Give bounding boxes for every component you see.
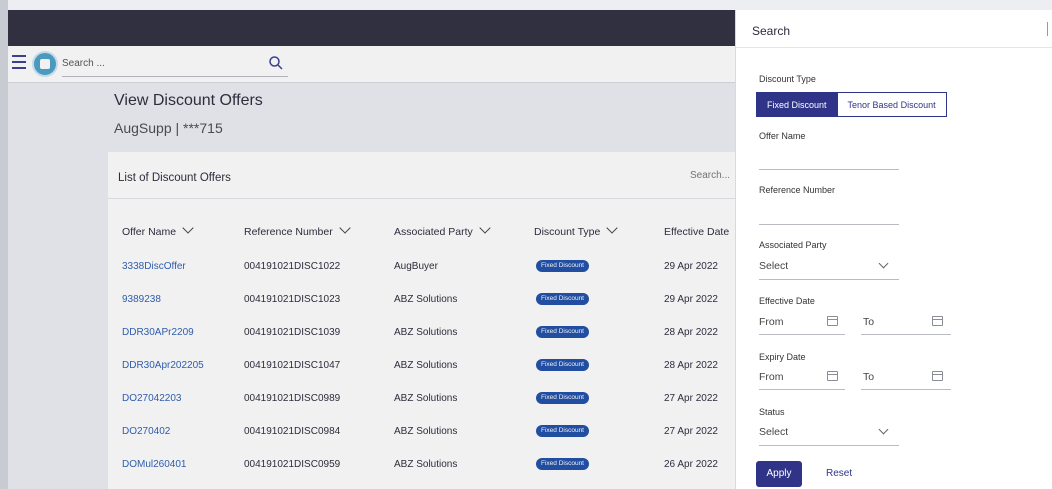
expiry-date-label: Expiry Date — [759, 352, 806, 362]
effective-date-from-input[interactable]: From — [759, 316, 784, 328]
discount-type-toggle: Fixed Discount Tenor Based Discount — [756, 92, 947, 117]
modal-overlay[interactable] — [8, 10, 735, 489]
effective-date-from-underline — [759, 334, 845, 335]
tenor-based-discount-option[interactable]: Tenor Based Discount — [837, 92, 947, 117]
expiry-date-from-input[interactable]: From — [759, 371, 784, 383]
calendar-icon[interactable] — [932, 316, 943, 326]
offer-name-field[interactable] — [759, 169, 899, 170]
associated-party-label: Associated Party — [759, 240, 827, 250]
apply-button[interactable]: Apply — [756, 461, 802, 487]
calendar-icon[interactable] — [827, 371, 838, 381]
effective-date-to-underline — [861, 334, 951, 335]
chevron-down-icon[interactable] — [878, 424, 889, 435]
search-panel-title: Search — [752, 24, 791, 38]
associated-party-select[interactable]: Select — [759, 260, 788, 272]
fixed-discount-option[interactable]: Fixed Discount — [756, 92, 838, 117]
offer-name-label: Offer Name — [759, 131, 806, 141]
associated-party-underline — [759, 279, 899, 280]
discount-type-label: Discount Type — [759, 74, 816, 84]
reset-button[interactable]: Reset — [826, 468, 852, 479]
status-label: Status — [759, 407, 785, 417]
expiry-date-from-underline — [759, 389, 845, 390]
chevron-down-icon[interactable] — [878, 258, 889, 269]
reference-number-field[interactable] — [759, 224, 899, 225]
calendar-icon[interactable] — [932, 371, 943, 381]
search-panel-header: Search — [736, 10, 1052, 48]
status-underline — [759, 445, 899, 446]
effective-date-to-input[interactable]: To — [863, 316, 874, 328]
status-select[interactable]: Select — [759, 426, 788, 438]
expiry-date-to-input[interactable]: To — [863, 371, 874, 383]
search-panel: Search Discount Type Fixed Discount Teno… — [735, 10, 1052, 489]
effective-date-label: Effective Date — [759, 296, 815, 306]
close-icon[interactable] — [1047, 22, 1052, 36]
expiry-date-to-underline — [861, 389, 951, 390]
reference-number-label: Reference Number — [759, 185, 836, 195]
calendar-icon[interactable] — [827, 316, 838, 326]
left-edge-border — [0, 0, 8, 489]
